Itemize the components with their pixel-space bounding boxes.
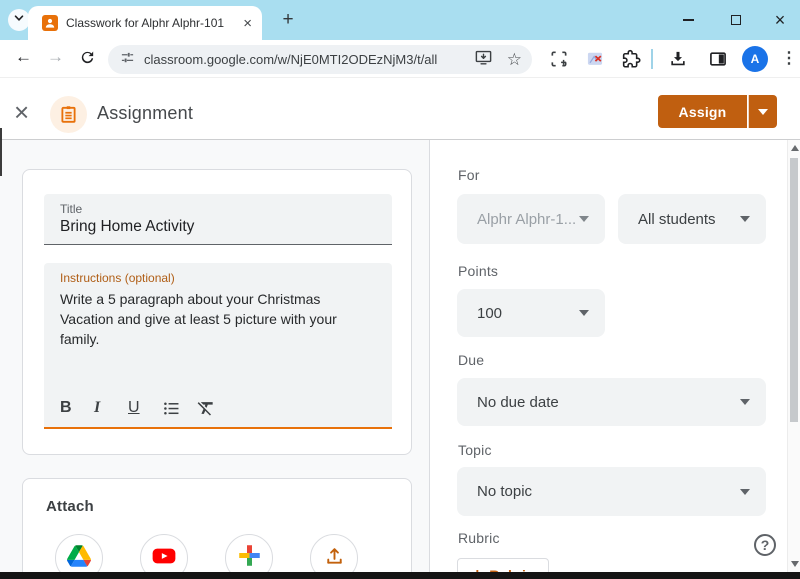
toolbar-separator [651,49,653,69]
map-extension-icon[interactable] [585,49,605,74]
browser-tab[interactable]: Classwork for Alphr Alphr-101 × [28,6,262,40]
attach-card: Attach [22,478,412,579]
tab-close-icon[interactable]: × [243,16,252,31]
window-edge-fragment [0,128,2,176]
due-label: Due [458,352,485,368]
profile-avatar[interactable]: A [742,46,768,72]
send-to-device-icon[interactable] [474,48,493,72]
title-field-value[interactable]: Bring Home Activity [44,216,392,236]
caret-down-icon [740,399,750,405]
due-select-value: No due date [477,393,559,411]
window-close-button[interactable]: × [758,0,800,40]
topic-select-value: No topic [477,483,533,500]
points-select[interactable]: 100 [457,289,605,337]
forward-button[interactable]: → [47,48,64,65]
assign-button[interactable]: Assign [658,95,747,128]
instructions-field-value[interactable]: Write a 5 paragraph about your Christmas… [44,285,392,349]
maximize-icon [731,15,741,25]
bulleted-list-button[interactable] [162,399,196,418]
instructions-field-label: Instructions (optional) [60,271,175,285]
for-label: For [458,167,480,183]
classroom-favicon-icon [42,15,58,31]
caret-down-icon [579,216,589,222]
browser-menu-icon[interactable]: ⋮ [781,48,797,68]
minimize-icon [682,19,694,21]
caret-down-icon [758,108,768,115]
window-minimize-button[interactable] [666,0,710,40]
topic-label: Topic [458,442,492,458]
instructions-field[interactable]: Instructions (optional) Write a 5 paragr… [44,263,392,429]
url-bar[interactable]: classroom.google.com/w/NjE0MTI2ODEzNjM3/… [108,45,532,74]
bold-button[interactable]: B [60,399,94,417]
site-info-icon[interactable] [120,50,135,70]
scrollbar-down-arrow-icon[interactable] [791,561,799,567]
caret-down-icon [740,488,750,495]
window-maximize-button[interactable] [714,0,758,40]
underline-button[interactable]: U [128,399,162,417]
topic-select[interactable]: No topic [457,467,766,516]
vertical-scrollbar[interactable] [787,140,800,572]
caret-down-icon [740,216,750,222]
italic-button[interactable]: I [94,399,128,417]
attach-label: Attach [46,498,94,515]
upload-icon [323,544,346,572]
panel-divider [429,140,430,579]
due-select[interactable]: No due date [457,378,766,426]
assignment-details-card: Title Bring Home Activity Instructions (… [22,169,412,455]
google-drive-icon [67,544,91,572]
google-plus-icon [237,543,262,573]
close-icon: × [774,10,786,30]
caret-down-icon [579,310,589,316]
close-assignment-icon[interactable]: × [14,99,29,125]
scrollbar-up-arrow-icon[interactable] [791,145,799,151]
rubric-label: Rubric [458,530,500,546]
page-title: Assignment [97,103,194,123]
download-icon[interactable] [668,49,688,74]
bookmark-star-icon[interactable]: ☆ [507,51,522,68]
new-tab-button[interactable]: + [276,8,300,32]
class-select-value: Alphr Alphr-1... [477,210,577,228]
extensions-puzzle-icon[interactable] [621,49,641,74]
points-label: Points [458,263,499,279]
chevron-down-icon [13,11,25,29]
reload-button[interactable] [79,49,96,69]
window-bottom-edge [0,572,800,579]
back-button[interactable]: ← [15,48,32,65]
help-button[interactable]: ? [754,534,776,556]
scrollbar-thumb[interactable] [790,158,798,422]
students-select[interactable]: All students [618,194,766,244]
formatting-toolbar: B I U [60,398,230,418]
assign-dropdown-button[interactable] [748,95,777,128]
tab-title: Classwork for Alphr Alphr-101 [66,16,225,30]
points-select-value: 100 [477,304,503,322]
screenshot-extension-icon[interactable] [549,49,569,74]
tab-strip: Classwork for Alphr Alphr-101 × + × [0,0,800,40]
assignment-clipboard-icon [50,96,87,133]
clear-formatting-button[interactable] [196,398,230,418]
students-select-value: All students [638,210,716,228]
title-field[interactable]: Title Bring Home Activity [44,194,392,245]
title-field-label: Title [60,202,83,216]
youtube-icon [151,543,177,574]
side-panel-icon[interactable] [708,49,728,74]
url-text[interactable]: classroom.google.com/w/NjE0MTI2ODEzNjM3/… [144,52,474,67]
browser-window: Classwork for Alphr Alphr-101 × + × ← → … [0,0,800,579]
tab-search-button[interactable] [8,9,30,31]
class-select[interactable]: Alphr Alphr-1... [457,194,605,244]
question-mark-icon: ? [760,537,770,553]
